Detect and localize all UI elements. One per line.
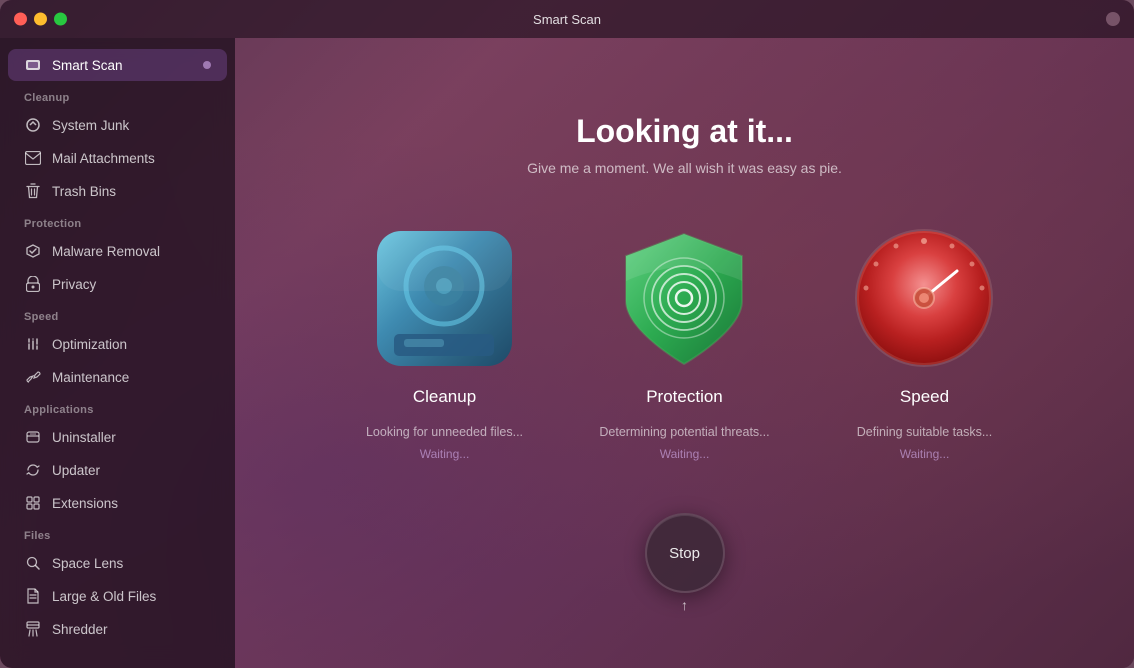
sidebar-item-label: Privacy [52, 277, 211, 292]
main-content: Smart Scan Cleanup System Junk [0, 38, 1134, 668]
speed-svg-icon [852, 226, 997, 371]
cursor-icon: ↑ [681, 597, 688, 613]
speed-card-status: Defining suitable tasks... Waiting... [857, 423, 993, 464]
title-bar-dot [1106, 12, 1120, 26]
sidebar-item-privacy[interactable]: Privacy [8, 268, 227, 300]
sidebar-item-label: Shredder [52, 622, 211, 637]
cleanup-card-status: Looking for unneeded files... Waiting... [366, 423, 523, 464]
sidebar-item-mail-attachments[interactable]: Mail Attachments [8, 142, 227, 174]
maintenance-icon [24, 368, 42, 386]
cleanup-card: Cleanup Looking for unneeded files... Wa… [355, 226, 535, 464]
sidebar-badge [203, 61, 211, 69]
sidebar-item-shredder[interactable]: Shredder [8, 613, 227, 645]
sidebar-item-label: System Junk [52, 118, 211, 133]
app-window: Smart Scan Smart Scan Cleanup [0, 0, 1134, 668]
mail-icon [24, 149, 42, 167]
sidebar-item-space-lens[interactable]: Space Lens [8, 547, 227, 579]
protection-card-label: Protection [646, 387, 723, 407]
privacy-icon [24, 275, 42, 293]
cleanup-card-label: Cleanup [413, 387, 476, 407]
close-button[interactable] [14, 13, 27, 26]
section-files: Files [0, 520, 235, 546]
title-bar: Smart Scan [0, 0, 1134, 38]
malware-icon [24, 242, 42, 260]
cleanup-icon-container [372, 226, 517, 371]
sidebar-item-label: Trash Bins [52, 184, 211, 199]
speed-card: Speed Defining suitable tasks... Waiting… [835, 226, 1015, 464]
large-files-icon [24, 587, 42, 605]
sidebar-item-smart-scan[interactable]: Smart Scan [8, 49, 227, 81]
sidebar-item-updater[interactable]: Updater [8, 454, 227, 486]
sidebar-item-uninstaller[interactable]: Uninstaller [8, 421, 227, 453]
protection-icon-container [612, 226, 757, 371]
sidebar-item-label: Malware Removal [52, 244, 211, 259]
sidebar-item-extensions[interactable]: Extensions [8, 487, 227, 519]
sidebar-item-label: Space Lens [52, 556, 211, 571]
sidebar-item-label: Smart Scan [52, 58, 193, 73]
sidebar-item-label: Extensions [52, 496, 211, 511]
sidebar-item-maintenance[interactable]: Maintenance [8, 361, 227, 393]
scan-subtitle: Give me a moment. We all wish it was eas… [527, 160, 842, 176]
window-title: Smart Scan [533, 12, 601, 27]
sidebar-item-label: Maintenance [52, 370, 211, 385]
updater-icon [24, 461, 42, 479]
protection-card: Protection Determining potential threats… [595, 226, 775, 464]
section-speed: Speed [0, 301, 235, 327]
scan-title: Looking at it... [576, 113, 793, 150]
cleanup-svg-icon [372, 226, 517, 371]
smart-scan-icon [24, 56, 42, 74]
protection-svg-icon [612, 226, 757, 371]
traffic-lights [14, 13, 67, 26]
stop-button-label: Stop [669, 545, 700, 562]
stop-button[interactable]: Stop ↑ [645, 513, 725, 593]
section-protection: Protection [0, 208, 235, 234]
extensions-icon [24, 494, 42, 512]
sidebar-item-trash-bins[interactable]: Trash Bins [8, 175, 227, 207]
speed-card-label: Speed [900, 387, 949, 407]
uninstaller-icon [24, 428, 42, 446]
shredder-icon [24, 620, 42, 638]
content-area: Looking at it... Give me a moment. We al… [235, 38, 1134, 668]
section-applications: Applications [0, 394, 235, 420]
sidebar: Smart Scan Cleanup System Junk [0, 38, 235, 668]
maximize-button[interactable] [54, 13, 67, 26]
sidebar-item-label: Large & Old Files [52, 589, 211, 604]
sidebar-item-large-old-files[interactable]: Large & Old Files [8, 580, 227, 612]
scan-cards: Cleanup Looking for unneeded files... Wa… [355, 226, 1015, 464]
sidebar-item-label: Mail Attachments [52, 151, 211, 166]
protection-card-status: Determining potential threats... Waiting… [599, 423, 769, 464]
sidebar-item-malware-removal[interactable]: Malware Removal [8, 235, 227, 267]
system-junk-icon [24, 116, 42, 134]
section-cleanup: Cleanup [0, 82, 235, 108]
sidebar-item-optimization[interactable]: Optimization [8, 328, 227, 360]
sidebar-item-label: Uninstaller [52, 430, 211, 445]
sidebar-item-label: Optimization [52, 337, 211, 352]
minimize-button[interactable] [34, 13, 47, 26]
optimization-icon [24, 335, 42, 353]
trash-icon [24, 182, 42, 200]
sidebar-item-system-junk[interactable]: System Junk [8, 109, 227, 141]
space-lens-icon [24, 554, 42, 572]
sidebar-item-label: Updater [52, 463, 211, 478]
speed-icon-container [852, 226, 997, 371]
